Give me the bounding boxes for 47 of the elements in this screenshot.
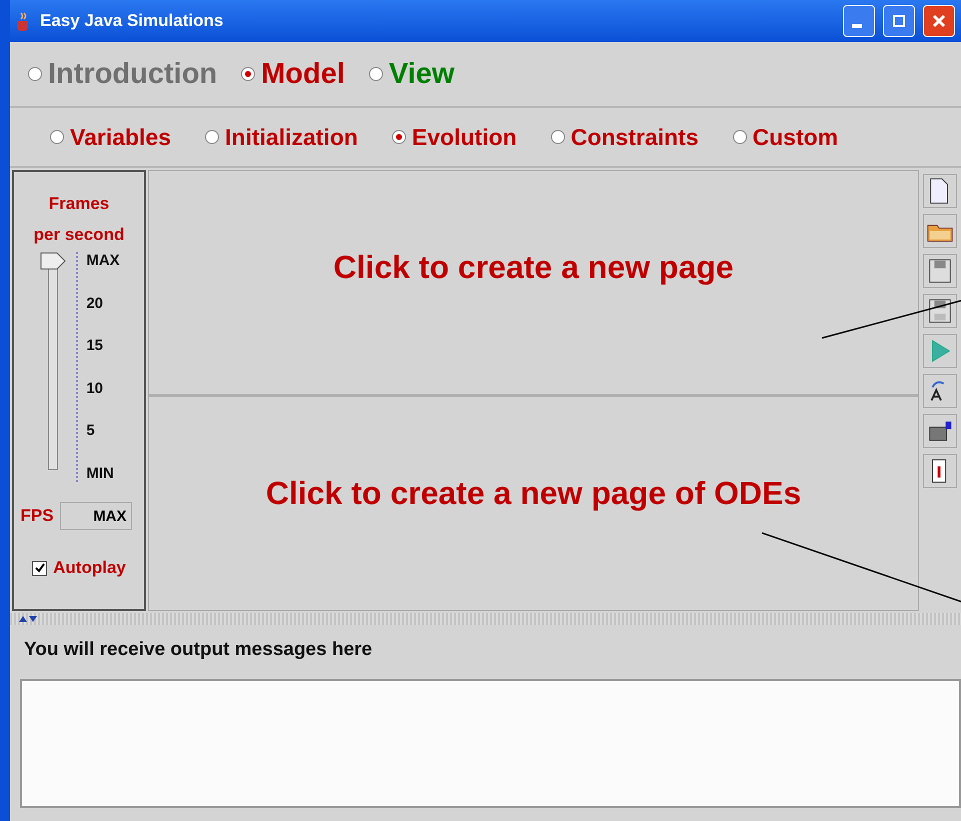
autoplay-label: Autoplay: [53, 557, 126, 579]
close-icon: [932, 14, 946, 28]
main-tab[interactable]: Introduction: [28, 58, 218, 90]
sub-tab[interactable]: Constraints: [550, 124, 698, 150]
slider-thumb[interactable]: [40, 252, 66, 270]
minimize-button[interactable]: [843, 5, 875, 37]
toolbar-button[interactable]: [923, 294, 957, 328]
autoplay-checkbox[interactable]: [32, 560, 48, 576]
sub-tab[interactable]: Initialization: [205, 124, 358, 150]
create-page-area[interactable]: Click to create a new page: [149, 171, 918, 397]
fps-label: FPS: [20, 505, 54, 527]
radio-button[interactable]: [205, 130, 220, 144]
tick-label: 5: [86, 422, 96, 440]
radio-button[interactable]: [50, 130, 64, 144]
panel-title: Frames: [48, 193, 110, 215]
maximize-icon: [892, 14, 906, 28]
panel-subtitle: per second: [34, 224, 124, 246]
output-label: You will receive output messages here: [23, 638, 374, 662]
minimize-icon: [852, 24, 862, 28]
tick-label: MAX: [86, 252, 120, 269]
sub-tab[interactable]: Variables: [50, 124, 172, 150]
create-page-area[interactable]: Click to create a new page of ODEs: [149, 397, 918, 610]
fps-field[interactable]: MAX: [60, 502, 132, 530]
radio-button[interactable]: [28, 67, 42, 81]
radio-button[interactable]: [241, 67, 256, 81]
sub-tab[interactable]: Evolution: [392, 124, 517, 150]
main-tab[interactable]: View: [368, 58, 454, 90]
arrows-icon: [18, 615, 38, 623]
tick-label: 10: [86, 380, 104, 397]
radio-button[interactable]: [732, 130, 746, 144]
close-button[interactable]: [923, 5, 955, 37]
tick-label: 15: [86, 337, 104, 354]
toolbar-button[interactable]: [923, 254, 957, 288]
sub-tab[interactable]: Custom: [732, 124, 838, 150]
radio-button[interactable]: [550, 130, 565, 144]
toolbar-button[interactable]: [923, 374, 957, 408]
tick-label: MIN: [86, 464, 115, 482]
maximize-button[interactable]: [883, 5, 915, 37]
radio-button[interactable]: [368, 67, 383, 81]
tick-label: 20: [86, 294, 104, 312]
toolbar-button[interactable]: [923, 414, 957, 448]
main-tab[interactable]: Model: [241, 58, 345, 90]
radio-button[interactable]: [392, 130, 406, 144]
toolbar-button[interactable]: [923, 214, 957, 248]
toolbar-button[interactable]: [923, 174, 957, 208]
window-title: Easy Java Simulations: [40, 11, 224, 31]
toolbar-button[interactable]: [923, 454, 957, 488]
